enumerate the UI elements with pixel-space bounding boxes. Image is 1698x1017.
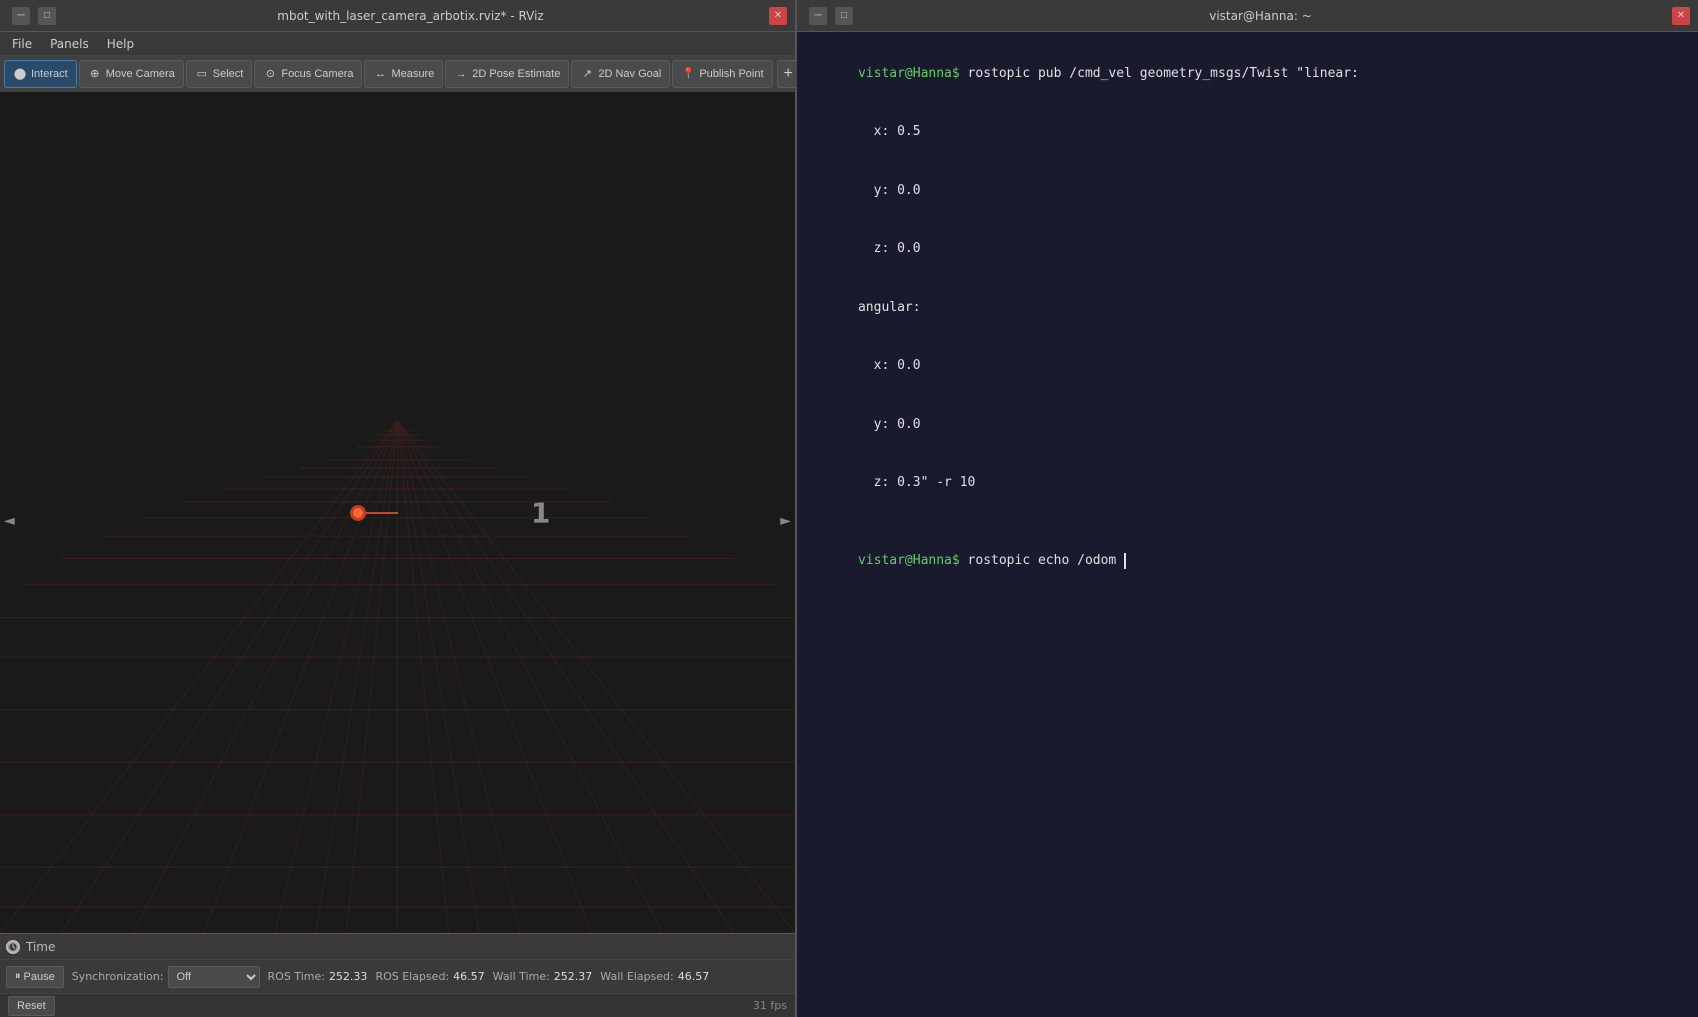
sync-label: Synchronization: [72,970,164,983]
ros-time-label: ROS Time: [268,970,325,983]
viewport-number: 1 [531,496,550,529]
time-panel-header: Time × [0,933,795,959]
terminal-window-title: vistar@Hanna: ~ [853,9,1668,23]
select-btn[interactable]: ▭ Select [186,60,253,88]
pose-estimate-btn[interactable]: → 2D Pose Estimate [445,60,569,88]
ros-elapsed-group: ROS Elapsed: 46.57 [375,970,484,983]
sync-control: Synchronization: Off Exact Approximate [72,966,260,988]
terminal-titlebar: ─ □ vistar@Hanna: ~ ✕ [797,0,1698,32]
terminal-line-5: angular: [811,278,1684,337]
terminal-line-7: y: 0.0 [811,395,1684,454]
publish-point-btn[interactable]: 📍 Publish Point [672,60,772,88]
pose-estimate-icon: → [454,67,468,81]
rviz-minimize-btn[interactable]: ─ [12,7,30,25]
focus-camera-btn[interactable]: ⊙ Focus Camera [254,60,362,88]
terminal-panel: ─ □ vistar@Hanna: ~ ✕ vistar@Hanna$ rost… [797,0,1698,1017]
menu-help[interactable]: Help [99,35,142,53]
fps-display: 31 fps [753,999,787,1012]
output-5: angular: [858,300,921,315]
collapse-left-btn[interactable]: ◄ [4,513,15,529]
output-6: x: 0.0 [858,358,921,373]
move-camera-icon: ⊕ [88,67,102,81]
terminal-line-1: vistar@Hanna$ rostopic pub /cmd_vel geom… [811,44,1684,103]
interact-icon: ⬤ [13,67,27,81]
rviz-window-title: mbot_with_laser_camera_arbotix.rviz* - R… [56,9,765,23]
terminal-line-2: x: 0.5 [811,103,1684,162]
wall-elapsed-value: 46.57 [678,970,710,983]
terminal-line-blank [811,512,1684,532]
focus-camera-icon: ⊙ [263,67,277,81]
time-controls-bar: ⏸ Pause Synchronization: Off Exact Appro… [0,959,795,993]
terminal-minimize-btn[interactable]: ─ [809,7,827,25]
move-camera-btn[interactable]: ⊕ Move Camera [79,60,184,88]
output-2: x: 0.5 [858,124,921,139]
output-4: z: 0.0 [858,241,921,256]
wall-time-value: 252.37 [554,970,593,983]
wall-elapsed-group: Wall Elapsed: 46.57 [600,970,709,983]
output-8: z: 0.3" -r 10 [858,475,975,490]
collapse-right-btn[interactable]: ► [780,513,791,529]
ros-time-value: 252.33 [329,970,368,983]
wall-elapsed-label: Wall Elapsed: [600,970,673,983]
terminal-line-8: z: 0.3" -r 10 [811,454,1684,513]
terminal-line-3: y: 0.0 [811,161,1684,220]
publish-point-icon: 📍 [681,67,695,81]
terminal-line-4: z: 0.0 [811,220,1684,279]
reset-btn[interactable]: Reset [8,996,55,1016]
menu-panels[interactable]: Panels [42,35,97,53]
robot-marker [338,493,358,513]
wall-time-label: Wall Time: [493,970,550,983]
wall-time-group: Wall Time: 252.37 [493,970,593,983]
time-icon [6,940,20,954]
interact-btn[interactable]: ⬤ Interact [4,60,77,88]
robot-marker-svg [338,493,418,533]
rviz-panel: ─ □ mbot_with_laser_camera_arbotix.rviz*… [0,0,797,1017]
terminal-close-btn[interactable]: ✕ [1672,7,1690,25]
select-icon: ▭ [195,67,209,81]
menu-file[interactable]: File [4,35,40,53]
measure-icon: ↔ [373,67,387,81]
rviz-menubar: File Panels Help [0,32,795,56]
terminal-maximize-btn[interactable]: □ [835,7,853,25]
rviz-maximize-btn[interactable]: □ [38,7,56,25]
terminal-content[interactable]: vistar@Hanna$ rostopic pub /cmd_vel geom… [797,32,1698,1017]
ros-time-group: ROS Time: 252.33 [268,970,368,983]
cmd-text-1: rostopic pub /cmd_vel geometry_msgs/Twis… [960,66,1359,81]
rviz-viewport[interactable]: 1 ◄ ► [0,92,795,933]
current-cmd-text: rostopic echo /odom [960,553,1124,568]
pause-icon: ⏸ [15,970,21,983]
rviz-statusbar: Reset 31 fps [0,993,795,1017]
measure-btn[interactable]: ↔ Measure [364,60,443,88]
ros-elapsed-label: ROS Elapsed: [375,970,449,983]
terminal-line-6: x: 0.0 [811,337,1684,396]
rviz-toolbar: ⬤ Interact ⊕ Move Camera ▭ Select ⊙ Focu… [0,56,795,92]
rviz-titlebar: ─ □ mbot_with_laser_camera_arbotix.rviz*… [0,0,795,32]
current-prompt: vistar@Hanna$ [858,553,960,568]
prompt-1: vistar@Hanna$ [858,66,960,81]
output-3: y: 0.0 [858,183,921,198]
terminal-cursor [1124,553,1126,569]
rviz-close-btn[interactable]: ✕ [769,7,787,25]
terminal-current-line: vistar@Hanna$ rostopic echo /odom [811,532,1684,591]
nav-goal-btn[interactable]: ↗ 2D Nav Goal [571,60,670,88]
time-panel-label: Time [26,940,55,954]
sync-select[interactable]: Off Exact Approximate [168,966,260,988]
pause-btn[interactable]: ⏸ Pause [6,966,64,988]
ros-elapsed-value: 46.57 [453,970,485,983]
nav-goal-icon: ↗ [580,67,594,81]
output-7: y: 0.0 [858,417,921,432]
